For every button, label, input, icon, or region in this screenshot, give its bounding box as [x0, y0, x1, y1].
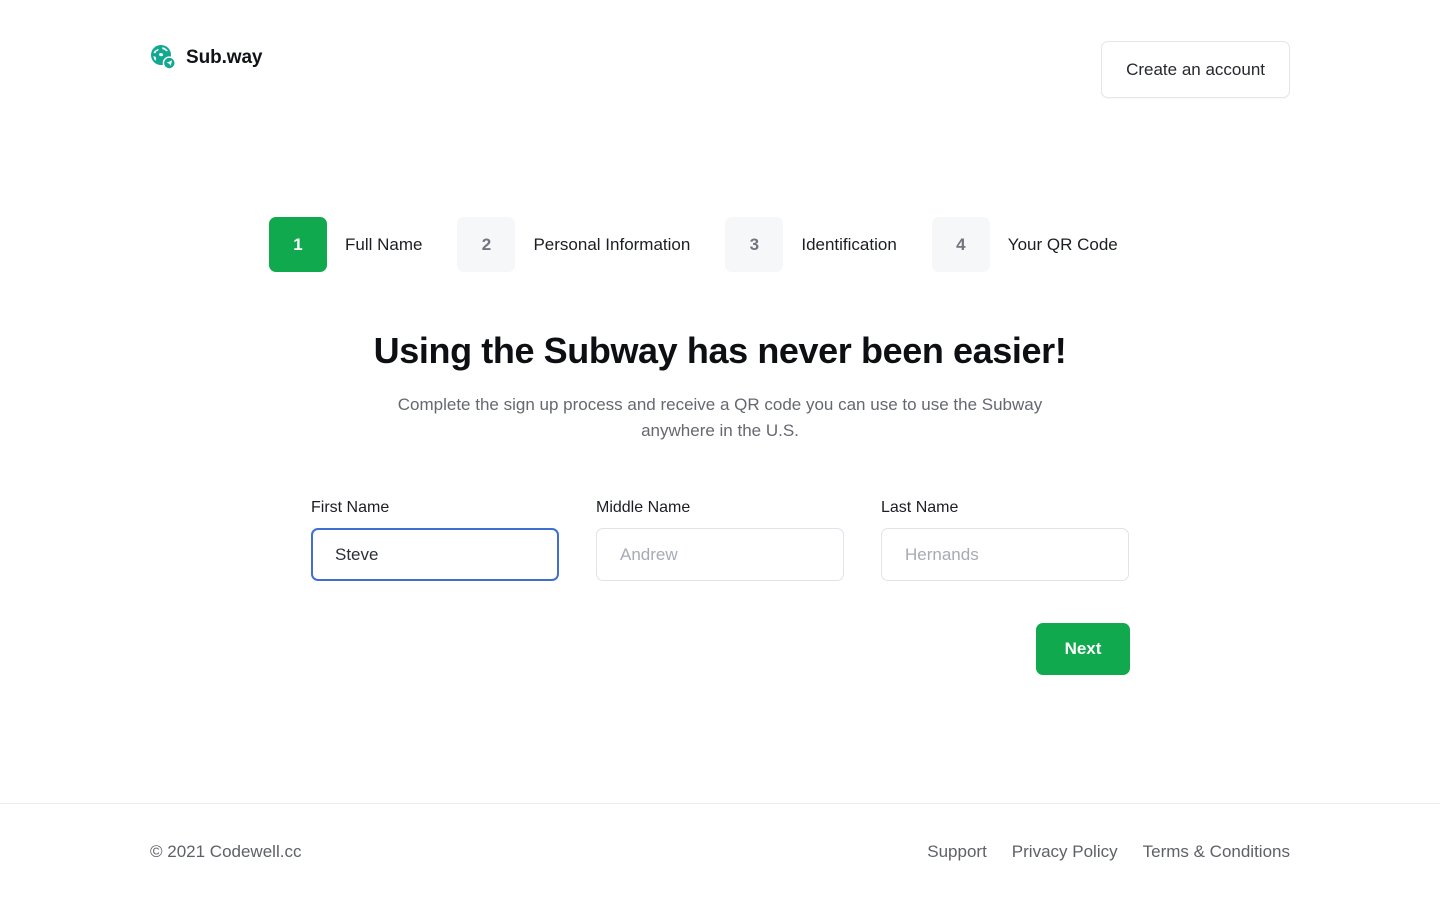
page-subtitle: Complete the sign up process and receive… [397, 395, 1043, 441]
footer-links: Support Privacy Policy Terms & Condition… [927, 842, 1290, 862]
footer-link-terms-conditions[interactable]: Terms & Conditions [1143, 842, 1290, 862]
full-name-form: First Name Middle Name Last Name Next [311, 500, 1130, 675]
footer-link-support[interactable]: Support [927, 842, 987, 862]
step-label: Full Name [345, 234, 423, 254]
footer-link-privacy-policy[interactable]: Privacy Policy [1012, 842, 1118, 862]
last-name-field-group: Last Name [881, 500, 1129, 581]
step-number-badge: 2 [457, 217, 516, 272]
signup-page: Sub.way Create an account 1 Full Name 2 … [0, 0, 1440, 900]
next-button[interactable]: Next [1036, 623, 1130, 675]
stepper-step-2[interactable]: 2 Personal Information [457, 217, 690, 272]
first-name-label: First Name [311, 499, 390, 516]
form-actions: Next [311, 623, 1130, 675]
name-fields-row: First Name Middle Name Last Name [311, 500, 1130, 581]
page-footer: © 2021 Codewell.cc Support Privacy Polic… [0, 803, 1440, 900]
middle-name-label: Middle Name [596, 499, 691, 516]
step-label: Personal Information [533, 234, 691, 254]
globe-location-pin-icon [151, 45, 176, 70]
middle-name-field-group: Middle Name [596, 500, 844, 581]
main-content: Using the Subway has never been easier! … [0, 330, 1440, 444]
first-name-field-group: First Name [311, 500, 559, 581]
last-name-label: Last Name [881, 499, 959, 516]
first-name-input[interactable] [311, 528, 559, 581]
stepper-step-4[interactable]: 4 Your QR Code [931, 217, 1118, 272]
step-number-badge: 1 [269, 217, 327, 272]
step-number-badge: 3 [725, 217, 784, 272]
page-header: Sub.way Create an account [0, 0, 1440, 137]
stepper-step-3[interactable]: 3 Identification [725, 217, 897, 272]
stepper-step-1[interactable]: 1 Full Name [269, 217, 422, 272]
signup-stepper: 1 Full Name 2 Personal Information 3 Ide… [269, 217, 1118, 272]
step-label: Identification [801, 234, 897, 254]
step-label: Your QR Code [1007, 234, 1118, 254]
page-title: Using the Subway has never been easier! [373, 330, 1067, 371]
brand-logo-group[interactable]: Sub.way [150, 41, 262, 73]
copyright-text: © 2021 Codewell.cc [150, 841, 302, 861]
create-account-button[interactable]: Create an account [1101, 41, 1290, 98]
last-name-input[interactable] [881, 528, 1129, 581]
brand-name: Sub.way [186, 46, 263, 68]
middle-name-input[interactable] [596, 528, 844, 581]
step-number-badge: 4 [931, 217, 990, 272]
